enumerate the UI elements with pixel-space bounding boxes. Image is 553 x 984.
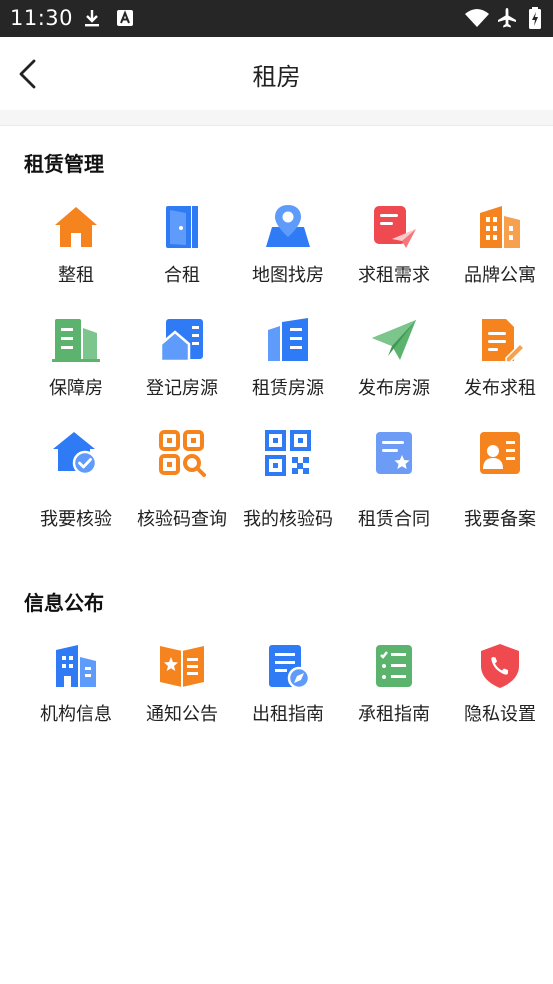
grid-item-label: 我要核验 — [40, 509, 112, 530]
grid-item-label: 隐私设置 — [464, 704, 536, 725]
user-card-icon — [480, 432, 520, 474]
house-check-icon — [53, 432, 98, 476]
section-title-information: 信息公布 — [24, 591, 104, 615]
wifi-icon — [465, 9, 489, 27]
grid-item-label: 发布求租 — [464, 378, 536, 399]
grid-item-label: 品牌公寓 — [464, 265, 536, 286]
grid-item-map-search[interactable]: 地图找房 — [233, 203, 343, 307]
divider — [0, 110, 553, 126]
grid-item-verify[interactable]: 我要核验 — [21, 429, 131, 533]
grid-item-label: 登记房源 — [146, 378, 218, 399]
grid-item-label: 合租 — [164, 265, 200, 286]
grid-item-rental-listings[interactable]: 租赁房源 — [233, 316, 343, 420]
qr-search-icon — [159, 430, 206, 477]
door-icon — [166, 206, 198, 248]
notice-book-icon — [160, 646, 204, 687]
apartment-icon — [480, 206, 520, 248]
font-icon — [117, 10, 133, 26]
grid-item-whole-rent[interactable]: 整租 — [21, 203, 131, 307]
grid-item-label: 租赁房源 — [252, 378, 324, 399]
shield-phone-icon — [481, 644, 519, 688]
paper-plane-doc-icon — [374, 206, 416, 248]
grid-item-label: 核验码查询 — [137, 509, 227, 530]
grid-item-affordable-housing[interactable]: 保障房 — [21, 316, 131, 420]
grid-item-label: 我的核验码 — [243, 509, 333, 530]
grid-item-letting-guide[interactable]: 出租指南 — [233, 642, 343, 746]
download-icon — [85, 10, 99, 27]
grid-item-publish-rent-request[interactable]: 发布求租 — [445, 316, 553, 420]
grid-item-label: 地图找房 — [252, 265, 324, 286]
grid-item-label: 机构信息 — [40, 704, 112, 725]
map-pin-icon — [266, 205, 310, 247]
edit-doc-icon — [482, 319, 524, 363]
grid-item-label: 租赁合同 — [358, 509, 430, 530]
grid-item-institution-info[interactable]: 机构信息 — [21, 642, 131, 746]
send-icon — [372, 320, 416, 360]
grid-item-label: 求租需求 — [358, 265, 430, 286]
grid-item-rent-request[interactable]: 求租需求 — [339, 203, 449, 307]
grid-item-label: 承租指南 — [358, 704, 430, 725]
grid-item-label: 出租指南 — [252, 704, 324, 725]
status-time: 11:30 — [10, 6, 74, 30]
grid-item-publish-listing[interactable]: 发布房源 — [339, 316, 449, 420]
organization-icon — [56, 645, 96, 687]
grid-item-lease-contract[interactable]: 租赁合同 — [339, 429, 449, 533]
grid-item-label: 通知公告 — [146, 704, 218, 725]
house-register-icon — [159, 319, 203, 363]
towers-icon — [268, 318, 308, 361]
airplane-icon — [498, 8, 516, 28]
house-icon — [55, 207, 97, 247]
grid-item-renting-guide[interactable]: 承租指南 — [339, 642, 449, 746]
grid-item-label: 我要备案 — [464, 509, 536, 530]
status-bar: 11:30 — [0, 0, 553, 37]
grid-item-label: 发布房源 — [358, 378, 430, 399]
grid-item-label: 整租 — [58, 265, 94, 286]
grid-item-label: 保障房 — [49, 378, 103, 399]
grid-item-notice[interactable]: 通知公告 — [127, 642, 237, 746]
grid-item-brand-apartment[interactable]: 品牌公寓 — [445, 203, 553, 307]
grid-item-shared-rent[interactable]: 合租 — [127, 203, 237, 307]
grid-item-register-listing[interactable]: 登记房源 — [127, 316, 237, 420]
qr-code-icon — [265, 430, 311, 476]
grid-item-verify-code-query[interactable]: 核验码查询 — [127, 429, 237, 533]
grid-item-my-verify-code[interactable]: 我的核验码 — [233, 429, 343, 533]
contract-icon — [376, 432, 412, 474]
battery-charging-icon — [529, 7, 541, 29]
guide-compass-icon — [269, 645, 311, 690]
grid-item-filing[interactable]: 我要备案 — [445, 429, 553, 533]
grid-item-privacy-settings[interactable]: 隐私设置 — [445, 642, 553, 746]
navigation-bar: 租房 — [0, 37, 553, 110]
checklist-icon — [376, 645, 412, 687]
building-icon — [52, 319, 100, 362]
page-title: 租房 — [252, 63, 301, 91]
section-title-rental-management: 租赁管理 — [24, 152, 104, 176]
